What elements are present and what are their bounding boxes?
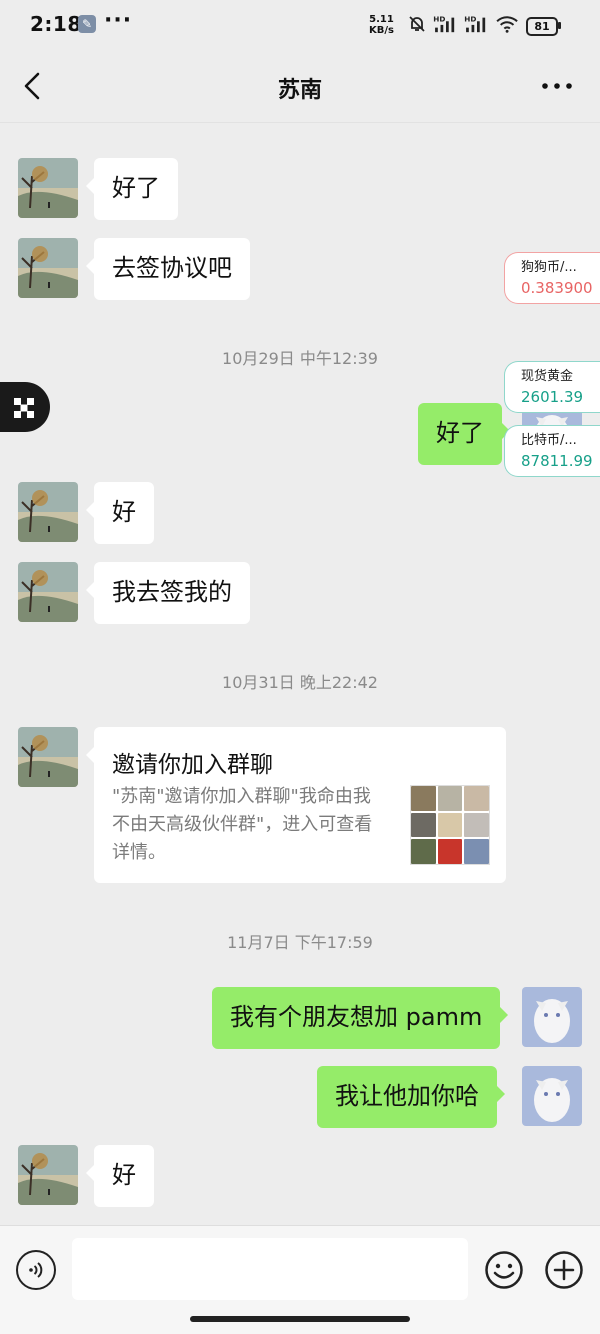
- time-separator: 11月7日 下午17:59: [227, 933, 373, 952]
- invite-description: "苏南"邀请你加入群聊"我命由我不由天高级伙伴群"，进入可查看详情。: [112, 786, 373, 863]
- signal-icon-2: HD: [464, 14, 486, 33]
- group-invite-card[interactable]: 邀请你加入群聊 "苏南"邀请你加入群聊"我命由我不由天高级伙伴群"，进入可查看详…: [86, 727, 506, 883]
- ticker-widget-btc[interactable]: 比特币/... 87811.99: [504, 425, 600, 477]
- plus-icon[interactable]: [544, 1250, 584, 1290]
- chat-header: 苏南: [0, 50, 600, 123]
- mute-icon: [409, 16, 425, 32]
- battery-tip: [558, 22, 561, 29]
- net-speed-unit: KB/s: [369, 25, 394, 36]
- contact-avatar[interactable]: [18, 1145, 78, 1205]
- ticker-value: 0.383900: [521, 279, 593, 297]
- voice-icon: [29, 1262, 43, 1278]
- grid-icon: [14, 398, 34, 418]
- more-icon[interactable]: [540, 78, 574, 94]
- ticker-widget-doge[interactable]: 狗狗币/... 0.383900: [504, 252, 600, 304]
- ticker-widget-gold[interactable]: 现货黄金 2601.39: [504, 361, 600, 413]
- my-avatar[interactable]: [522, 987, 582, 1047]
- ticker-name: 现货黄金: [521, 369, 574, 384]
- floating-ball-button[interactable]: [0, 382, 50, 432]
- status-bar: 2:18 ✎ ··· 5.11 KB/s HD HD 81: [0, 0, 600, 50]
- invite-title: 邀请你加入群聊: [112, 752, 273, 778]
- message-bubble-out[interactable]: 我让他加你哈: [317, 1066, 505, 1128]
- message-bubble-in[interactable]: 好了: [86, 158, 178, 220]
- message-bubble-in[interactable]: 好: [86, 1145, 154, 1207]
- message-bubble-out[interactable]: 我有个朋友想加 pamm: [212, 987, 509, 1049]
- group-avatar-grid: [410, 785, 490, 865]
- contact-avatar[interactable]: [18, 238, 78, 298]
- wifi-icon: [496, 16, 518, 33]
- status-time: 2:18: [30, 12, 82, 36]
- input-bar: [0, 1225, 600, 1334]
- emoji-icon[interactable]: [484, 1250, 524, 1290]
- net-speed: 5.11 KB/s: [369, 14, 394, 36]
- voice-button[interactable]: [16, 1250, 56, 1290]
- svg-text:HD: HD: [433, 14, 445, 23]
- my-avatar[interactable]: [522, 1066, 582, 1126]
- message-bubble-in[interactable]: 去签协议吧: [86, 238, 250, 300]
- signal-icon-1: HD: [433, 14, 455, 33]
- time-separator: 10月31日 晚上22:42: [222, 673, 378, 692]
- contact-avatar[interactable]: [18, 482, 78, 542]
- wrench-icon: ✎: [78, 15, 96, 33]
- ticker-value: 2601.39: [521, 388, 584, 406]
- contact-avatar[interactable]: [18, 562, 78, 622]
- contact-avatar[interactable]: [18, 158, 78, 218]
- ticker-name: 比特币/...: [521, 433, 577, 448]
- message-bubble-out[interactable]: 好了: [418, 403, 510, 465]
- ticker-value: 87811.99: [521, 452, 593, 470]
- contact-avatar[interactable]: [18, 727, 78, 787]
- home-indicator[interactable]: [190, 1316, 410, 1322]
- ticker-name: 狗狗币/...: [521, 260, 577, 275]
- battery-indicator: 81: [526, 17, 558, 36]
- message-input[interactable]: [72, 1238, 468, 1300]
- chat-title: 苏南: [277, 78, 322, 103]
- message-bubble-in[interactable]: 我去签我的: [86, 562, 250, 624]
- status-more-icon: ···: [104, 8, 133, 33]
- message-bubble-in[interactable]: 好: [86, 482, 154, 544]
- net-speed-value: 5.11: [369, 14, 394, 25]
- svg-text:HD: HD: [464, 14, 476, 23]
